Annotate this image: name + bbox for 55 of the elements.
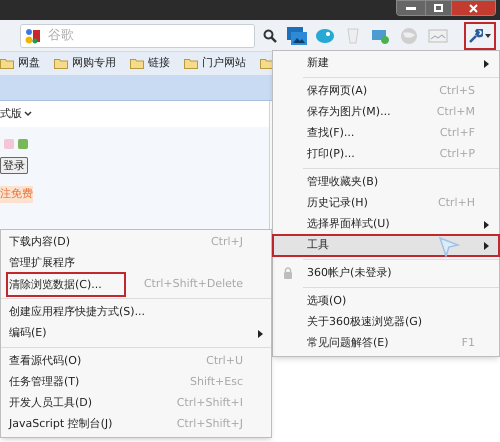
- submenu-arrow-icon: [258, 330, 263, 338]
- wrench-icon: [469, 28, 483, 42]
- menu-item[interactable]: 创建应用程序快捷方式(S)...: [5, 302, 263, 323]
- menu-item[interactable]: 常见问题解答(E) F1: [273, 333, 499, 354]
- folder-icon: [0, 58, 14, 69]
- menu-item[interactable]: 360帐户(未登录): [273, 263, 499, 284]
- menu-item[interactable]: 下载内容(D) Ctrl+J: [5, 232, 263, 253]
- screen-icon[interactable]: [428, 26, 448, 44]
- bookmark-folder[interactable]: 网购专用: [54, 55, 116, 72]
- minimize-button[interactable]: [397, 1, 425, 15]
- menu-item[interactable]: 新建: [273, 53, 499, 74]
- bookmark-folder[interactable]: 门户网站: [184, 55, 246, 72]
- login-button[interactable]: 登录: [0, 157, 28, 174]
- menu-item[interactable]: 选项(O): [273, 291, 499, 312]
- close-button[interactable]: [451, 1, 495, 15]
- menu-item[interactable]: JavaScript 控制台(J) Ctrl+Shift+J: [5, 414, 263, 435]
- menu-item[interactable]: 编码(E): [5, 323, 263, 344]
- menu-item[interactable]: 查找(F)... Ctrl+F: [273, 123, 499, 144]
- chevron-icon: [24, 111, 32, 117]
- bookmark-folder[interactable]: 链接: [130, 55, 170, 72]
- close-icon: [469, 4, 478, 12]
- menu-item[interactable]: 打印(P)... Ctrl+P: [273, 144, 499, 165]
- color-swatch[interactable]: [4, 139, 14, 149]
- menu-item[interactable]: 历史记录(H) Ctrl+H: [273, 193, 499, 214]
- menu-item[interactable]: 任务管理器(T) Shift+Esc: [5, 372, 263, 393]
- menu-item[interactable]: 保存网页(A) Ctrl+S: [273, 81, 499, 102]
- folder-icon: [54, 58, 68, 69]
- menu-item[interactable]: 清除浏览数据(C)... Ctrl+Shift+Delete: [5, 274, 263, 295]
- search-field[interactable]: 谷歌: [20, 24, 255, 48]
- lock-icon: [283, 267, 293, 279]
- submenu-arrow-icon: [484, 220, 489, 228]
- caret-icon: [485, 34, 491, 38]
- menu-item[interactable]: 工具: [273, 235, 499, 256]
- maximize-button[interactable]: [425, 1, 451, 15]
- folder-icon: [130, 58, 144, 69]
- menu-item[interactable]: 开发人员工具(D) Ctrl+Shift+I: [5, 393, 263, 414]
- bookmark-folder[interactable]: 网盘: [0, 55, 40, 72]
- submenu-arrow-icon: [484, 242, 489, 250]
- submenu-arrow-icon: [484, 60, 489, 68]
- search-engine-icon: [24, 26, 42, 44]
- menu-item[interactable]: 保存为图片(M)... Ctrl+M: [273, 102, 499, 123]
- cursor-icon: [438, 236, 460, 258]
- picture-icon[interactable]: [287, 26, 307, 44]
- folder-icon: [184, 58, 198, 69]
- search-icon: [263, 28, 277, 42]
- style-link[interactable]: 式版: [0, 106, 22, 122]
- tools-button[interactable]: [464, 22, 496, 50]
- folder-icon: [260, 58, 274, 69]
- cup-icon[interactable]: [345, 26, 361, 44]
- menu-item[interactable]: 管理收藏夹(B): [273, 172, 499, 193]
- menu-item[interactable]: 选择界面样式(U): [273, 214, 499, 235]
- menu-item[interactable]: 管理扩展程序: [5, 253, 263, 274]
- menu-item[interactable]: 查看源代码(O) Ctrl+U: [5, 351, 263, 372]
- menu-item[interactable]: 关于360极速浏览器(G): [273, 312, 499, 333]
- color-swatch[interactable]: [18, 139, 28, 149]
